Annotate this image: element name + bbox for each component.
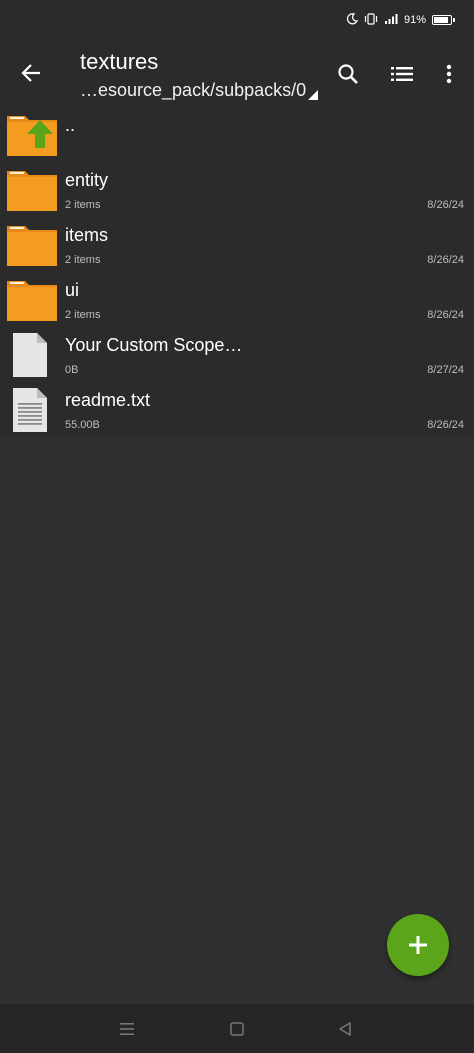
file-date: 8/27/24 <box>427 364 464 376</box>
list-item-parent[interactable]: .. <box>0 108 474 163</box>
back-nav-icon <box>339 1022 351 1036</box>
vibrate-icon <box>364 12 378 28</box>
home-nav-button[interactable] <box>226 1018 248 1040</box>
folder-icon <box>7 226 57 266</box>
file-meta: 0B <box>65 364 79 376</box>
file-date: 8/26/24 <box>427 419 464 431</box>
file-manager-screen: 91% textures …esource_pack/subpacks/0 ..… <box>0 0 474 1053</box>
more-vert-icon <box>446 64 452 84</box>
recents-nav-button[interactable] <box>116 1018 138 1040</box>
view-mode-button[interactable] <box>384 56 420 92</box>
list-item-items[interactable]: items 2 items 8/26/24 <box>0 218 474 273</box>
file-meta: 2 items <box>65 199 101 211</box>
file-name: entity <box>65 170 109 190</box>
more-options-button[interactable] <box>431 56 467 92</box>
dropdown-caret-icon <box>308 90 319 100</box>
file-name: .. <box>65 115 76 135</box>
search-icon <box>338 64 358 84</box>
plus-icon <box>409 936 427 954</box>
battery-text: 91% <box>403 14 426 26</box>
text-file-icon <box>13 388 47 432</box>
path-dropdown[interactable]: …esource_pack/subpacks/0 <box>80 78 319 102</box>
battery-level <box>434 17 448 23</box>
back-nav-button[interactable] <box>334 1018 356 1040</box>
folder-icon <box>7 171 57 211</box>
file-meta: 2 items <box>65 309 101 321</box>
path-text: …esource_pack/subpacks/0 <box>80 80 307 100</box>
list-view-icon <box>391 67 413 81</box>
battery-icon <box>432 15 455 25</box>
moon-icon <box>346 12 359 28</box>
home-nav-icon <box>230 1022 244 1036</box>
folder-title: textures <box>80 49 159 74</box>
file-date: 8/26/24 <box>427 309 464 321</box>
system-nav-bar <box>0 1004 474 1053</box>
file-list: .. entity 2 items 8/26/24 items 2 items … <box>0 104 474 436</box>
signal-icon <box>384 13 398 28</box>
back-button[interactable] <box>12 54 50 92</box>
list-item-readme[interactable]: readme.txt 55.00B 8/26/24 <box>0 383 474 438</box>
list-item-ui[interactable]: ui 2 items 8/26/24 <box>0 273 474 328</box>
file-name: Your Custom Scope… <box>65 335 243 355</box>
status-bar: 91% <box>346 10 455 30</box>
file-meta: 2 items <box>65 254 101 266</box>
search-button[interactable] <box>330 56 366 92</box>
list-item-custom-scope[interactable]: Your Custom Scope… 0B 8/27/24 <box>0 328 474 383</box>
parent-folder-icon <box>7 116 57 156</box>
menu-nav-icon <box>120 1023 134 1035</box>
file-name: readme.txt <box>65 390 151 410</box>
file-icon <box>13 333 47 377</box>
back-arrow-icon <box>21 64 40 82</box>
file-date: 8/26/24 <box>427 254 464 266</box>
folder-icon <box>7 281 57 321</box>
file-meta: 55.00B <box>65 419 100 431</box>
list-item-entity[interactable]: entity 2 items 8/26/24 <box>0 163 474 218</box>
file-name: ui <box>65 280 80 300</box>
app-bar: 91% textures …esource_pack/subpacks/0 <box>0 0 474 104</box>
file-date: 8/26/24 <box>427 199 464 211</box>
add-button[interactable] <box>387 914 449 976</box>
file-name: items <box>65 225 109 245</box>
